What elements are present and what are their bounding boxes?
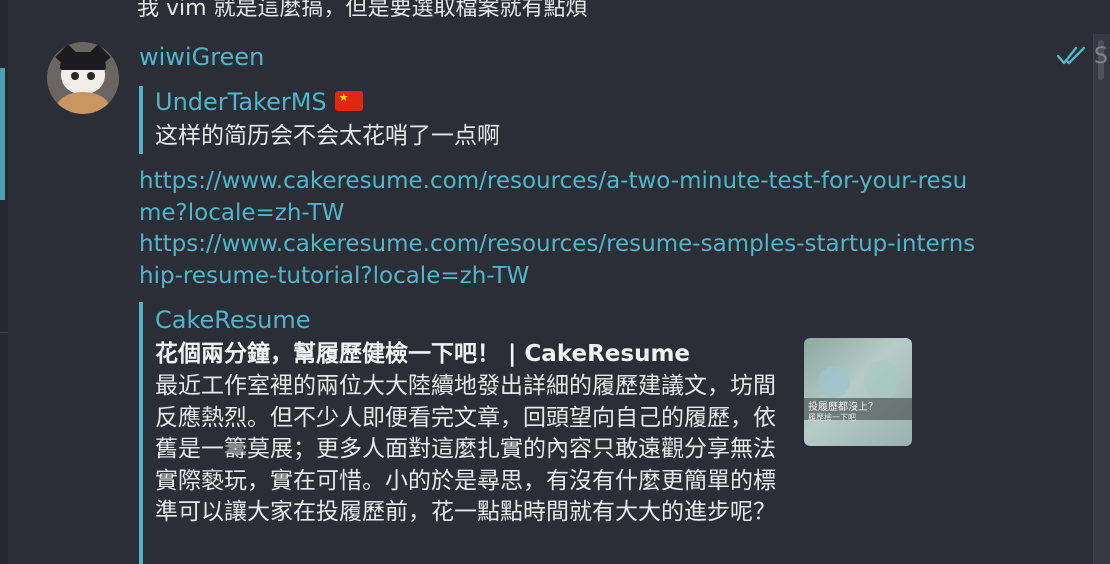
preview-description: 最近工作室裡的兩位大大陸續地發出詳細的履歷建議文，坊間反應熱烈。但不少人即便看完…: [155, 371, 795, 529]
double-check-icon: [1056, 46, 1086, 65]
previous-message-text: 我 vim 就是這麼搞，但是要選取檔案就有點煩: [137, 0, 588, 21]
flag-star-icon: ★: [338, 91, 349, 104]
preview-description-text: 最近工作室裡的兩位大大陸續地發出詳細的履歷建議文，坊間反應熱烈。但不少人即便看完…: [155, 373, 776, 525]
preview-image-shape: [818, 366, 850, 398]
right-scroll-area[interactable]: [1093, 34, 1110, 564]
china-flag-icon: ★: [334, 91, 363, 111]
preview-image-subcaption: 履歷檢一下吧: [808, 413, 856, 422]
avatar-body: [57, 92, 109, 114]
message-author[interactable]: wiwiGreen: [139, 43, 264, 71]
chat-window: 我 vim 就是這麼搞，但是要選取檔案就有點煩 wiwiGreen S Unde…: [0, 0, 1110, 564]
avatar-eye-right: [87, 72, 95, 80]
reply-author: UnderTakerMS: [155, 88, 327, 116]
avatar[interactable]: [47, 42, 119, 114]
preview-image-shape: [864, 360, 900, 400]
avatar-cap: [60, 52, 106, 70]
left-divider: [0, 332, 8, 333]
link-two-minute-test[interactable]: https://www.cakeresume.com/resources/a-t…: [139, 166, 979, 229]
left-selection-accent: [0, 68, 5, 200]
preview-site-name: CakeResume: [155, 306, 311, 334]
reply-quote[interactable]: UnderTakerMS ★ 这样的简历会不会太花哨了一点啊: [139, 86, 500, 154]
avatar-eye-left: [71, 72, 79, 80]
reply-text: 这样的简历会不会太花哨了一点啊: [155, 123, 500, 149]
message-time: S: [1094, 44, 1108, 69]
preview-image[interactable]: 投履歷都沒上？ 履歷檢一下吧: [804, 338, 912, 446]
left-window-edge: [0, 0, 8, 564]
preview-image-caption: 投履歷都沒上？: [808, 402, 878, 413]
link-internship-resume[interactable]: https://www.cakeresume.com/resources/res…: [139, 229, 979, 292]
message-links: https://www.cakeresume.com/resources/a-t…: [139, 166, 979, 292]
reply-author-line: UnderTakerMS ★: [155, 86, 500, 118]
